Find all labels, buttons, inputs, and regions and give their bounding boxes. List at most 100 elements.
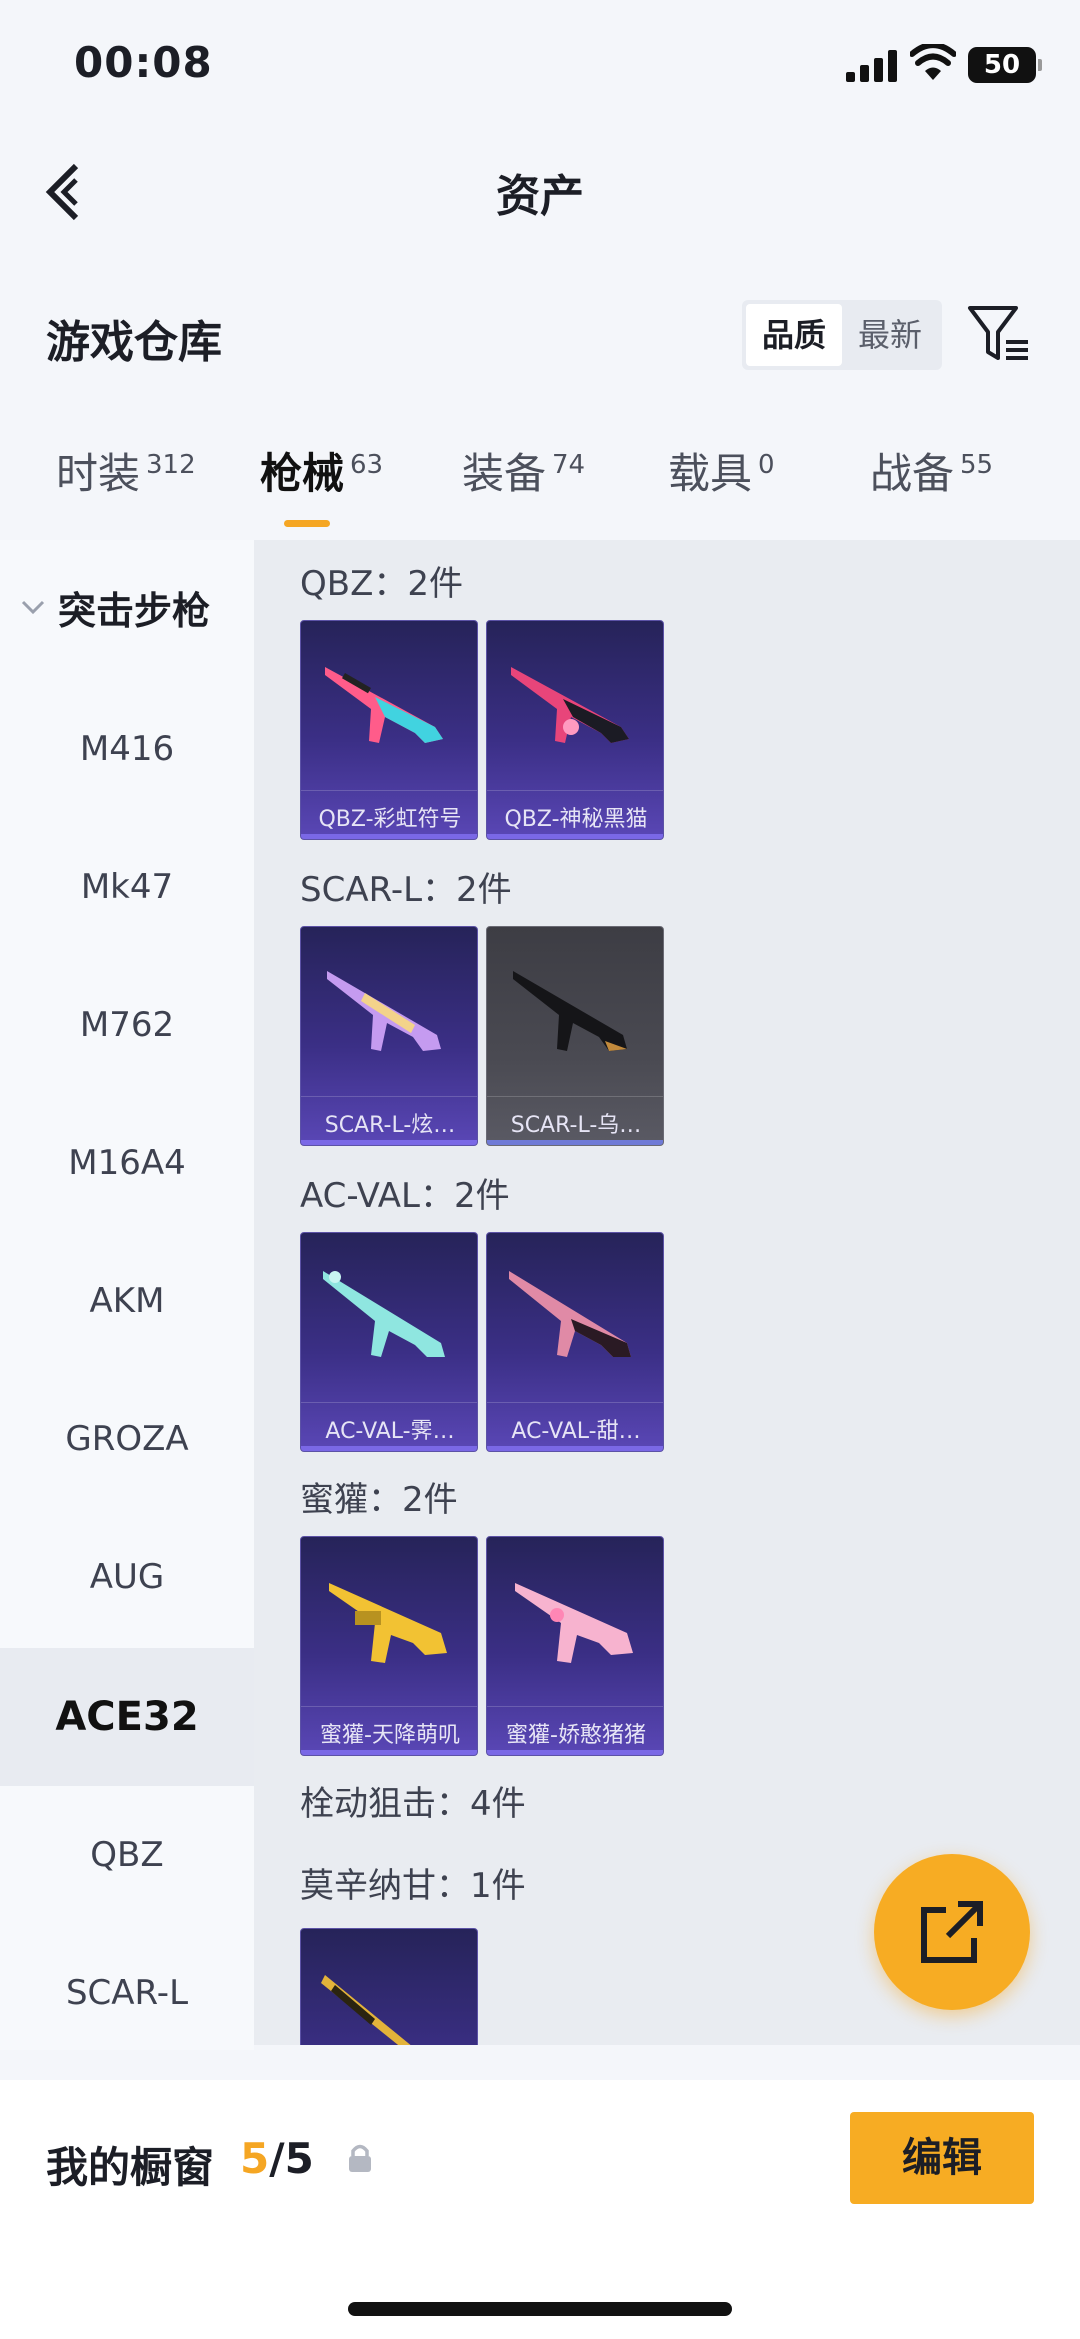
item-name: 蜜獾-娇憨猪猪 — [506, 1723, 646, 1748]
card-divider — [487, 1402, 663, 1403]
showcase-count-total: /5 — [269, 2134, 314, 2183]
share-external-icon — [921, 1901, 983, 1963]
rarity-bar — [487, 1140, 663, 1145]
weapon-type-sidebar: 突击步枪 M416 Mk47 M762 M16A4 AKM GROZA AUG … — [0, 540, 254, 2050]
sidebar-group-assault-rifles[interactable]: 突击步枪 — [0, 580, 254, 640]
tab-equipment[interactable]: 装备 74 — [462, 440, 585, 501]
item-card[interactable]: QBZ-彩虹符号 — [300, 620, 478, 840]
item-name: QBZ-彩虹符号 — [318, 807, 462, 832]
group-label-mosin-nagant: 莫辛纳甘：1件 — [300, 1866, 526, 1906]
group-label-bolt-sniper: 栓动狙击：4件 — [300, 1784, 526, 1824]
section-title: 游戏仓库 — [46, 317, 222, 368]
sidebar-item-mk47[interactable]: Mk47 — [0, 818, 254, 956]
showcase-count: 5/5 — [240, 2134, 314, 2183]
tab-label: 时装 — [56, 449, 141, 498]
tab-fashion[interactable]: 时装 312 — [56, 440, 196, 501]
tab-count: 312 — [146, 450, 196, 480]
page-title: 资产 — [496, 171, 584, 222]
item-card[interactable]: 蜜獾-娇憨猪猪 — [486, 1536, 664, 1756]
sort-toggle: 品质 最新 — [742, 300, 942, 370]
tab-label: 装备 — [462, 449, 547, 498]
sidebar-item-m762[interactable]: M762 — [0, 956, 254, 1094]
item-name: SCAR-L-乌… — [510, 1113, 642, 1138]
tab-guns[interactable]: 枪械 63 — [260, 440, 383, 501]
card-divider — [487, 1096, 663, 1097]
status-time: 00:08 — [74, 38, 213, 87]
rarity-bar — [487, 1750, 663, 1755]
status-bar: 00:08 50 — [0, 0, 1080, 130]
item-card[interactable]: 蜜獾-天降萌叽 — [300, 1536, 478, 1756]
rifle-skin-image — [325, 667, 443, 743]
rifle-skin-image — [329, 1583, 447, 1663]
item-card[interactable]: SCAR-L-炫… — [300, 926, 478, 1146]
card-divider — [301, 1706, 477, 1707]
item-card[interactable] — [300, 1928, 478, 2045]
edit-button[interactable]: 编辑 — [850, 2112, 1034, 2204]
sidebar-item-aug[interactable]: AUG — [0, 1508, 254, 1646]
rarity-bar — [487, 1446, 663, 1451]
sort-option-latest[interactable]: 最新 — [842, 304, 938, 366]
active-tab-indicator — [284, 520, 330, 527]
rifle-skin-image — [509, 1271, 631, 1357]
sidebar-item-m16a4[interactable]: M16A4 — [0, 1094, 254, 1232]
sidebar-item-akm[interactable]: AKM — [0, 1232, 254, 1370]
battery-indicator: 50 — [968, 47, 1042, 83]
item-name: 蜜獾-天降萌叽 — [320, 1723, 460, 1748]
item-card[interactable]: QBZ-神秘黑猫 — [486, 620, 664, 840]
showcase-bar: 我的橱窗 5/5 编辑 — [0, 2080, 1080, 2339]
card-divider — [301, 790, 477, 791]
card-divider — [487, 1706, 663, 1707]
rifle-skin-image — [327, 971, 441, 1051]
rarity-bar — [301, 1750, 477, 1755]
tab-count: 55 — [960, 450, 994, 480]
tab-count: 0 — [758, 450, 775, 480]
rifle-skin-image — [513, 971, 627, 1051]
card-divider — [301, 1096, 477, 1097]
tab-gear[interactable]: 战备 55 — [870, 440, 993, 501]
sidebar-item-scar-l[interactable]: SCAR-L — [0, 1924, 254, 2062]
tab-label: 枪械 — [260, 449, 345, 498]
rifle-skin-image — [323, 1271, 445, 1357]
rarity-bar — [301, 1140, 477, 1145]
sort-option-quality[interactable]: 品质 — [746, 304, 842, 366]
card-divider — [301, 1402, 477, 1403]
rifle-skin-image — [321, 1975, 411, 2045]
card-divider — [487, 790, 663, 791]
rarity-bar — [301, 834, 477, 839]
filter-icon[interactable] — [966, 302, 1032, 366]
tab-count: 63 — [350, 450, 384, 480]
wifi-icon — [910, 44, 956, 80]
sidebar-group-label: 突击步枪 — [58, 589, 211, 633]
item-name: QBZ-神秘黑猫 — [504, 807, 648, 832]
sidebar-item-ace32[interactable]: ACE32 — [0, 1648, 254, 1786]
inventory-content: QBZ：2件 QBZ-彩虹符号 QBZ-神秘黑猫 SCAR-L：2件 SCAR-… — [254, 540, 1080, 2045]
item-name: AC-VAL-甜… — [511, 1419, 641, 1444]
item-name: SCAR-L-炫… — [324, 1113, 456, 1138]
tab-count: 74 — [552, 450, 586, 480]
rarity-bar — [301, 1446, 477, 1451]
group-label-ac-val: AC-VAL：2件 — [300, 1176, 510, 1216]
item-card[interactable]: SCAR-L-乌… — [486, 926, 664, 1146]
share-fab-button[interactable] — [874, 1854, 1030, 2010]
signal-icon — [846, 50, 897, 82]
group-label-honey-badger: 蜜獾：2件 — [300, 1480, 458, 1520]
item-card[interactable]: AC-VAL-甜… — [486, 1232, 664, 1452]
tab-label: 载具 — [668, 449, 753, 498]
chevron-down-icon — [21, 600, 45, 615]
item-card[interactable]: AC-VAL-霁… — [300, 1232, 478, 1452]
sidebar-item-m416[interactable]: M416 — [0, 680, 254, 818]
rifle-skin-image — [515, 1583, 633, 1663]
lock-icon — [349, 2144, 371, 2172]
tab-label: 战备 — [870, 449, 955, 498]
showcase-count-current: 5 — [240, 2134, 270, 2183]
showcase-label: 我的橱窗 — [46, 2143, 215, 2192]
sidebar-item-qbz[interactable]: QBZ — [0, 1786, 254, 1924]
rifle-skin-image — [511, 667, 629, 743]
item-name: AC-VAL-霁… — [325, 1419, 455, 1444]
tab-vehicles[interactable]: 载具 0 — [668, 440, 775, 501]
sidebar-item-groza[interactable]: GROZA — [0, 1370, 254, 1508]
rarity-bar — [487, 834, 663, 839]
home-indicator[interactable] — [348, 2302, 732, 2316]
category-tabs: 时装 312 枪械 63 装备 74 载具 0 战备 55 — [0, 440, 1080, 540]
group-label-qbz: QBZ：2件 — [300, 564, 464, 604]
